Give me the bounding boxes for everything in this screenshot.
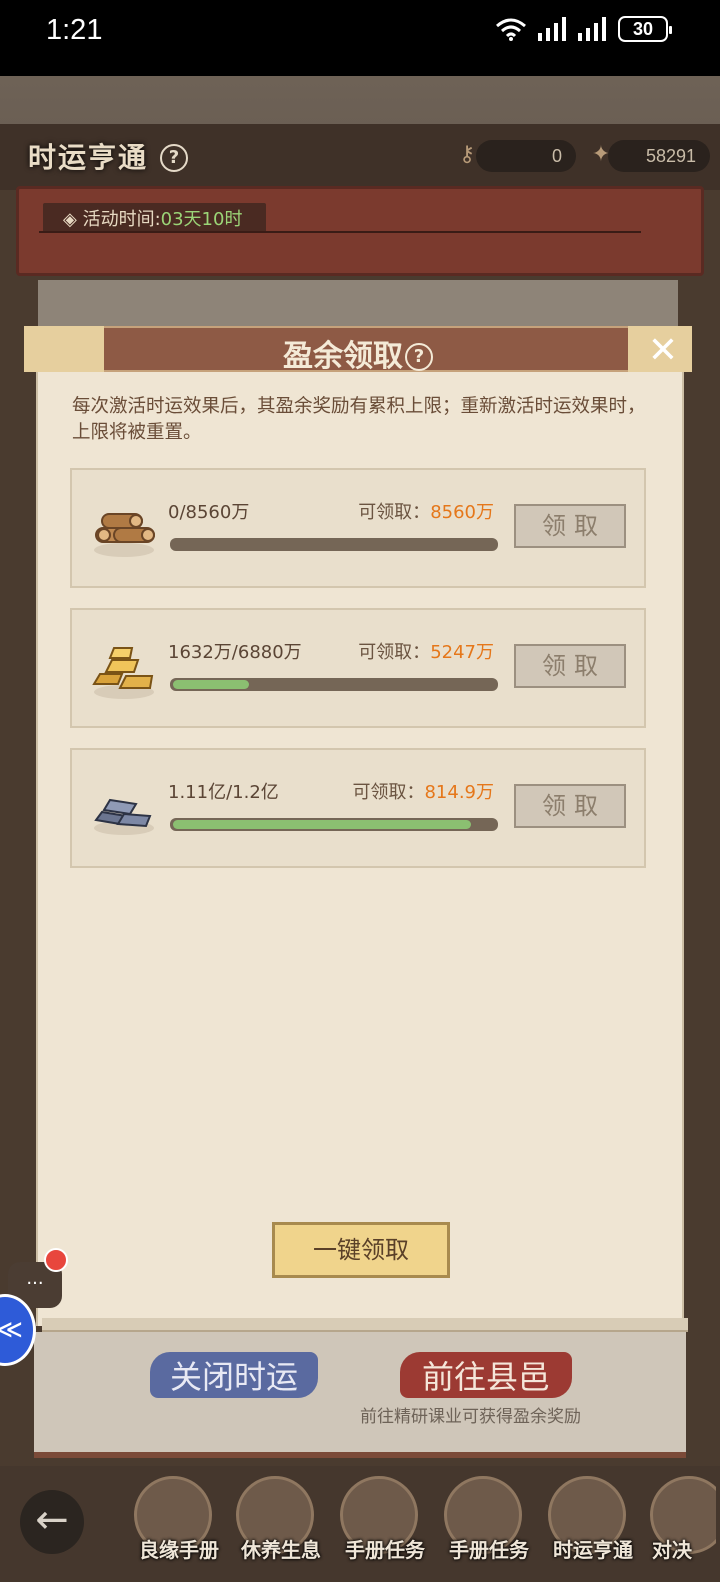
activity-time-label: ◈ 活动时间:03天10时: [43, 203, 267, 233]
wifi-icon: [494, 16, 528, 42]
nav-item-duel[interactable]: 对决: [640, 1474, 716, 1578]
close-icon[interactable]: ✕: [640, 332, 686, 372]
background-strip: [38, 280, 678, 326]
reward-row-wood: 0/8560万 可领取：8560万 领取: [70, 468, 646, 588]
iron-ingots-icon: [88, 772, 160, 844]
reward-count: 1632万/6880万: [168, 642, 302, 663]
reward-available: 可领取：814.9万: [352, 782, 494, 803]
nav-item-rest[interactable]: 休养生息: [226, 1474, 322, 1578]
status-time: 1:21: [46, 14, 103, 46]
dialog-title: 盈余领取?: [24, 331, 692, 375]
nav-item-handbook-task-2[interactable]: 手册任务: [434, 1474, 530, 1578]
activity-time-value: 03天10时: [160, 209, 243, 230]
go-county-button[interactable]: 前往县邑: [400, 1352, 573, 1398]
hint-text: 前往精研课业可获得盈余奖励: [360, 1407, 581, 1427]
progress-bar: [170, 538, 498, 551]
reward-available: 可领取：5247万: [358, 642, 494, 663]
game-title: 时运亨通: [28, 141, 149, 174]
progress-fill: [173, 820, 471, 829]
wood-logs-icon: [88, 492, 160, 564]
nav-item-fortune[interactable]: 时运亨通: [538, 1474, 634, 1578]
gold-bars-icon: [88, 632, 160, 704]
dialog-help-icon[interactable]: ?: [405, 343, 433, 371]
claim-button[interactable]: 领取: [514, 784, 626, 828]
claim-button[interactable]: 领取: [514, 504, 626, 548]
progress-fill: [173, 680, 249, 689]
progress-bar: [170, 818, 498, 831]
activity-banner: ◈ 活动时间:03天10时: [16, 186, 704, 276]
dialog-description: 每次激活时运效果后，其盈余奖励有累积上限；重新激活时运效果时，上限将被重置。: [72, 396, 646, 443]
paper-edge: [42, 1318, 688, 1332]
game-help-icon[interactable]: ?: [160, 144, 188, 172]
notification-dot: [44, 1248, 68, 1272]
progress-bar: [170, 678, 498, 691]
close-fortune-button[interactable]: 关闭时运: [150, 1352, 319, 1398]
reward-count: 0/8560万: [168, 502, 250, 523]
action-panel: [34, 1332, 686, 1458]
diamond-icon: ◈: [63, 209, 83, 230]
status-icons: 30: [494, 16, 672, 42]
reward-count: 1.11亿/1.2亿: [168, 782, 279, 803]
claim-all-button[interactable]: 一键领取: [272, 1222, 450, 1278]
claim-button[interactable]: 领取: [514, 644, 626, 688]
reward-row-iron: 1.11亿/1.2亿 可领取：814.9万 领取: [70, 748, 646, 868]
back-arrow-icon[interactable]: ←: [20, 1490, 84, 1554]
reward-row-gold: 1632万/6880万 可领取：5247万 领取: [70, 608, 646, 728]
coin-count: 58291: [608, 140, 710, 172]
battery-icon: 30: [618, 16, 672, 42]
signal-icon: [538, 17, 568, 41]
nav-item-romance-handbook[interactable]: 良缘手册: [124, 1474, 220, 1578]
signal-icon-2: [578, 17, 608, 41]
dialog-header: 盈余领取? ✕: [24, 326, 692, 375]
divider: [39, 231, 641, 233]
reward-available: 可领取：8560万: [358, 502, 494, 523]
key-count: 0: [476, 140, 576, 172]
nav-item-handbook-task-1[interactable]: 手册任务: [330, 1474, 426, 1578]
status-bar: 1:21 30: [0, 0, 720, 76]
